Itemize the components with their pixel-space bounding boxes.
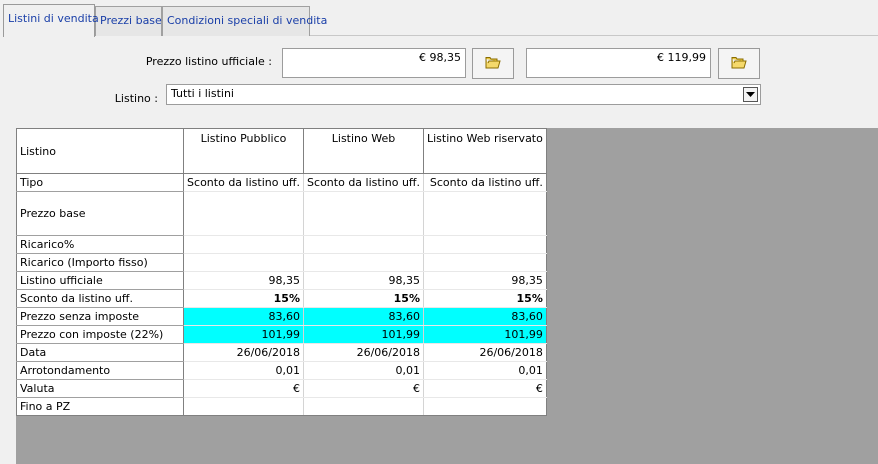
listino-select[interactable]: Tutti i listini (166, 84, 761, 105)
grid-left-margin (0, 128, 16, 464)
grid-cell[interactable]: 98,35 (303, 271, 424, 290)
table-row: Prezzo senza imposte 83,60 83,60 83,60 (16, 307, 547, 326)
row-label-ricarico-importo: Ricarico (Importo fisso) (16, 253, 184, 272)
table-row: Ricarico (Importo fisso) (16, 253, 547, 272)
grid-cell[interactable]: 83,60 (423, 307, 547, 326)
prezzo-listino-label: Prezzo listino ufficiale : (145, 55, 272, 68)
grid-cell[interactable]: 15% (183, 289, 304, 308)
grid-cell[interactable] (183, 235, 304, 254)
grid-cell[interactable]: 15% (303, 289, 424, 308)
table-row: Sconto da listino uff. 15% 15% 15% (16, 289, 547, 308)
grid-cell[interactable] (183, 397, 304, 416)
table-row: Arrotondamento 0,01 0,01 0,01 (16, 361, 547, 380)
grid-cell[interactable]: 15% (423, 289, 547, 308)
grid-corner-cell: Listino (16, 128, 184, 174)
folder-icon (731, 56, 747, 72)
grid-cell[interactable]: 101,99 (423, 325, 547, 344)
column-header-listino-web[interactable]: Listino Web (303, 128, 424, 174)
grid-cell[interactable]: 98,35 (183, 271, 304, 290)
grid-cell[interactable]: 0,01 (303, 361, 424, 380)
row-label-sconto: Sconto da listino uff. (16, 289, 184, 308)
grid-cell[interactable] (183, 191, 304, 236)
tab-listini-di-vendita[interactable]: Listini di vendita (3, 4, 99, 37)
listini-grid: Listino Listino Pubblico Listino Web Lis… (16, 128, 547, 416)
table-row: Data 26/06/2018 26/06/2018 26/06/2018 (16, 343, 547, 362)
grid-cell[interactable]: 26/06/2018 (303, 343, 424, 362)
grid-cell[interactable] (183, 253, 304, 272)
table-row: Tipo Sconto da listino uff. Sconto da li… (16, 173, 547, 192)
listino-select-value: Tutti i listini (171, 87, 234, 100)
grid-cell[interactable] (423, 235, 547, 254)
grid-cell[interactable]: 0,01 (183, 361, 304, 380)
row-label-prezzo-senza-imposte: Prezzo senza imposte (16, 307, 184, 326)
grid-cell[interactable]: Sconto da listino uff. (183, 173, 304, 192)
grid-cell[interactable] (303, 397, 424, 416)
grid-cell[interactable]: Sconto da listino uff. (423, 173, 547, 192)
price-panel: Prezzo listino ufficiale : € 98,35 € 119… (0, 36, 878, 128)
table-row: Ricarico% (16, 235, 547, 254)
grid-cell[interactable] (423, 397, 547, 416)
row-label-prezzo-base: Prezzo base (16, 191, 184, 236)
grid-cell[interactable]: 101,99 (303, 325, 424, 344)
grid-cell[interactable]: 26/06/2018 (183, 343, 304, 362)
prezzo-ufficiale-field-1[interactable]: € 98,35 (282, 48, 466, 78)
row-label-ricarico-percent: Ricarico% (16, 235, 184, 254)
grid-cell[interactable] (423, 253, 547, 272)
grid-cell[interactable]: 98,35 (423, 271, 547, 290)
folder-button-1[interactable] (472, 48, 514, 79)
column-header-listino-web-riservato[interactable]: Listino Web riservato (423, 128, 547, 174)
grid-cell[interactable]: € (183, 379, 304, 398)
folder-button-2[interactable] (718, 48, 760, 79)
prezzo-ufficiale-field-2[interactable]: € 119,99 (526, 48, 711, 78)
listino-label: Listino : (114, 92, 158, 105)
table-row: Prezzo base (16, 191, 547, 236)
grid-cell[interactable] (303, 235, 424, 254)
tab-condizioni-speciali[interactable]: Condizioni speciali di vendita (162, 6, 327, 36)
grid-cell[interactable]: 83,60 (303, 307, 424, 326)
chevron-down-icon[interactable] (743, 87, 758, 102)
column-header-listino-pubblico[interactable]: Listino Pubblico (183, 128, 304, 174)
folder-icon (485, 56, 501, 72)
table-row: Valuta € € € (16, 379, 547, 398)
grid-cell[interactable]: 101,99 (183, 325, 304, 344)
grid-cell[interactable]: € (423, 379, 547, 398)
grid-cell[interactable]: 0,01 (423, 361, 547, 380)
row-label-prezzo-con-imposte: Prezzo con imposte (22%) (16, 325, 184, 344)
table-row: Listino ufficiale 98,35 98,35 98,35 (16, 271, 547, 290)
table-row: Prezzo con imposte (22%) 101,99 101,99 1… (16, 325, 547, 344)
grid-cell[interactable]: Sconto da listino uff. (303, 173, 424, 192)
tab-prezzi-base[interactable]: Prezzi base (95, 6, 162, 36)
grid-cell[interactable] (423, 191, 547, 236)
row-label-valuta: Valuta (16, 379, 184, 398)
grid-cell[interactable] (303, 253, 424, 272)
row-label-data: Data (16, 343, 184, 362)
grid-cell[interactable]: € (303, 379, 424, 398)
row-label-tipo: Tipo (16, 173, 184, 192)
grid-cell[interactable]: 83,60 (183, 307, 304, 326)
grid-cell[interactable] (303, 191, 424, 236)
grid-header-row: Listino Listino Pubblico Listino Web Lis… (16, 128, 547, 174)
row-label-arrotondamento: Arrotondamento (16, 361, 184, 380)
grid-cell[interactable]: 26/06/2018 (423, 343, 547, 362)
row-label-listino-ufficiale: Listino ufficiale (16, 271, 184, 290)
table-row: Fino a PZ (16, 397, 547, 416)
row-label-fino-a-pz: Fino a PZ (16, 397, 184, 416)
tab-bar: Listini di vendita Prezzi base Condizion… (0, 0, 878, 37)
